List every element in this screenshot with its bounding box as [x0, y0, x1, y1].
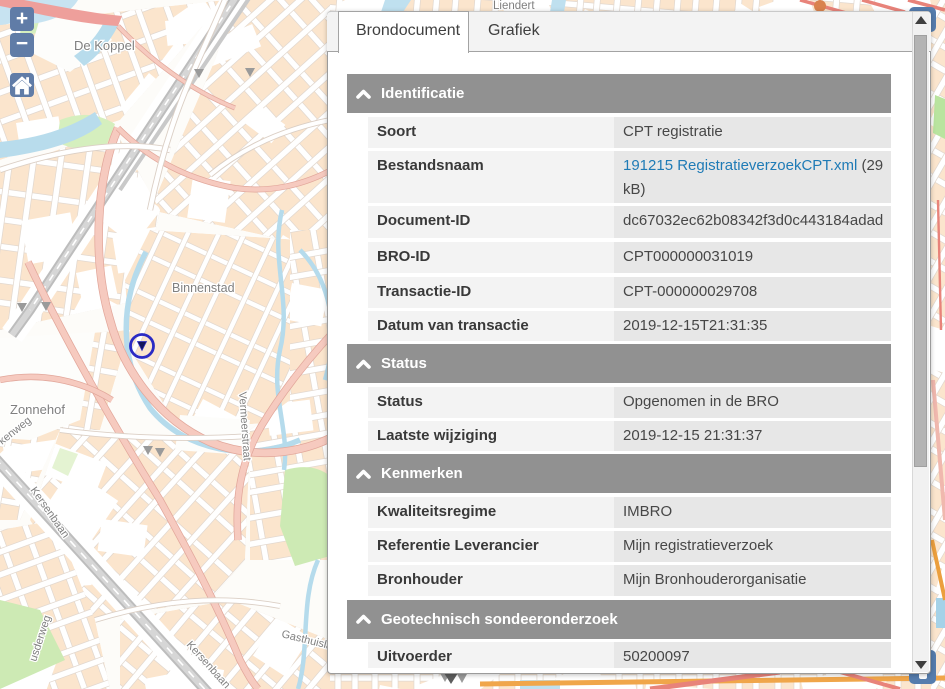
svg-text:De Koppel: De Koppel — [74, 38, 135, 53]
svg-text:Zonnehof: Zonnehof — [10, 402, 65, 417]
svg-text:Binnenstad: Binnenstad — [172, 281, 235, 295]
